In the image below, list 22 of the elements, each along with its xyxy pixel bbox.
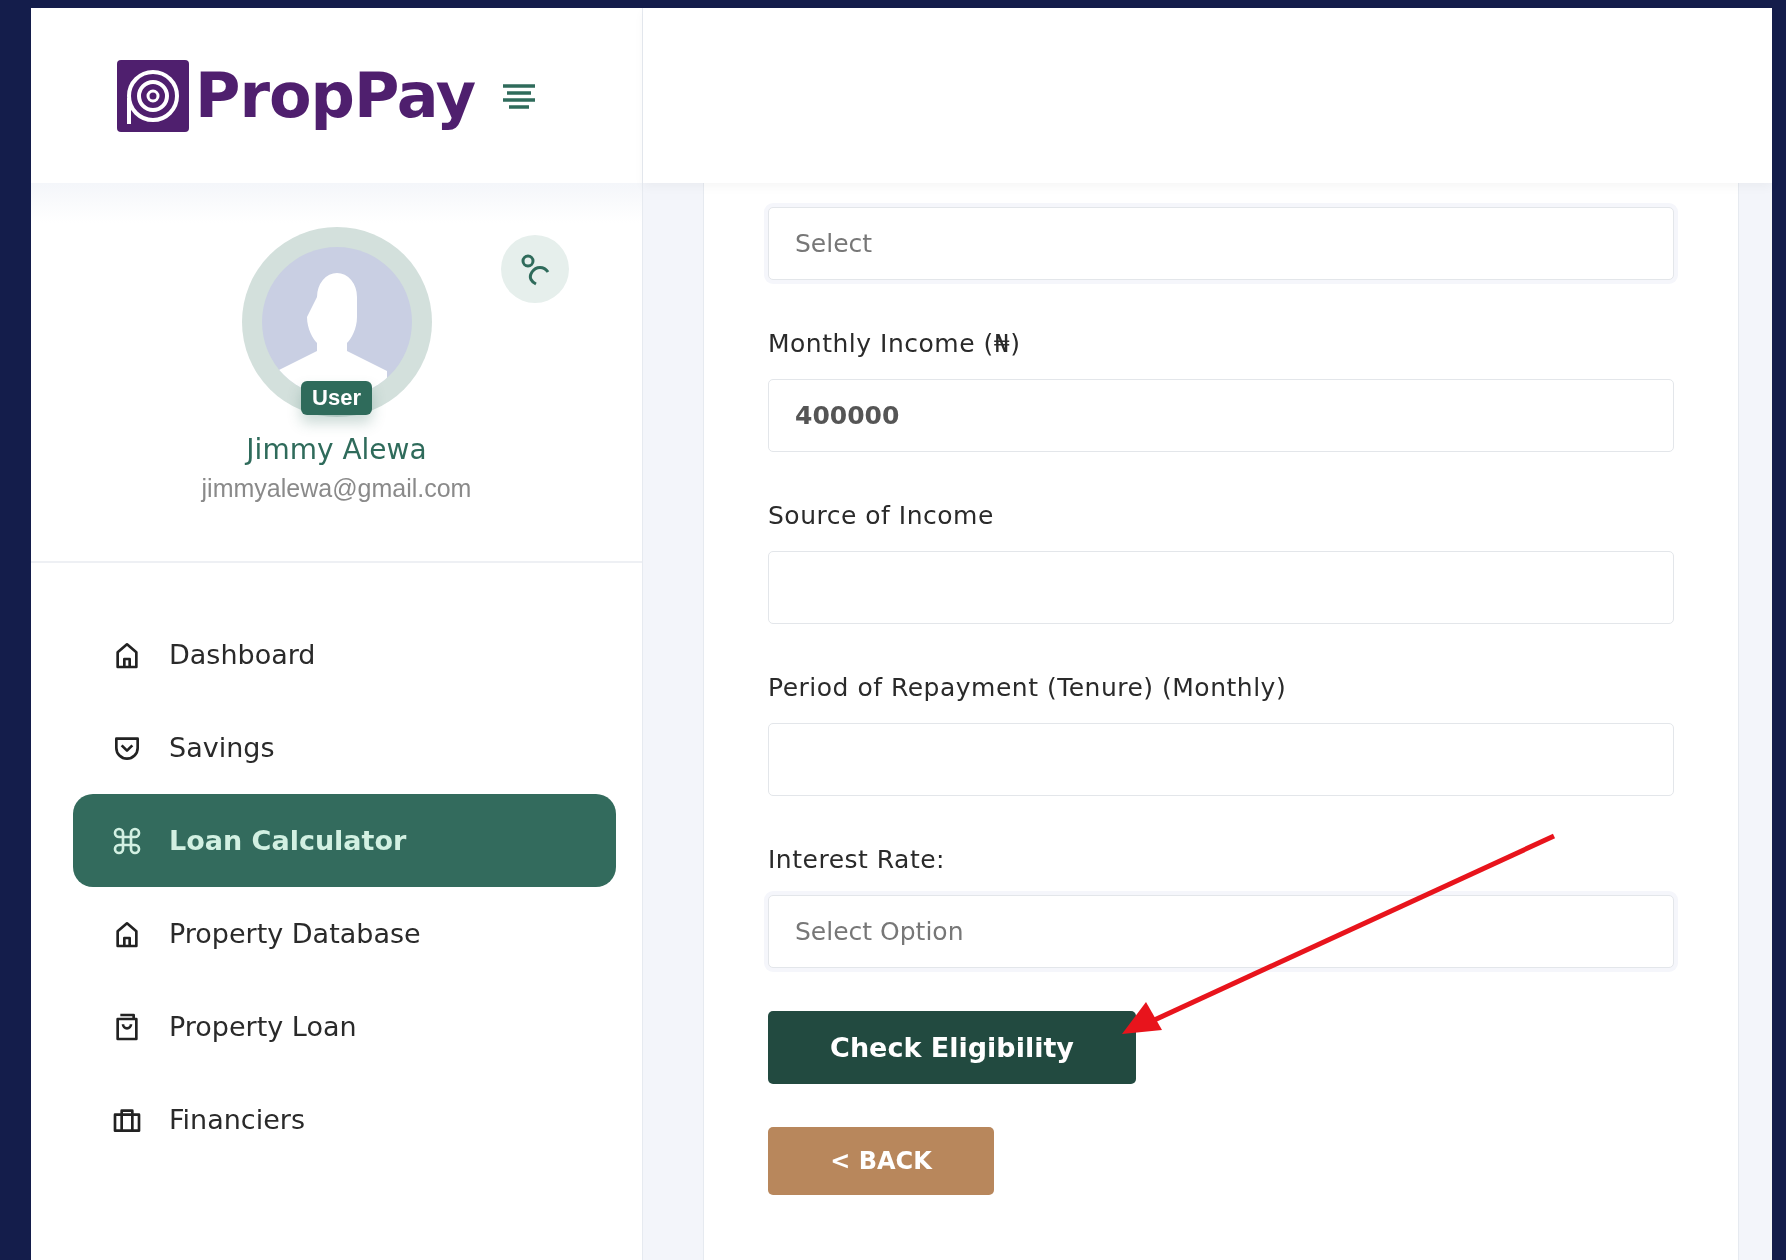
field-label: Period of Repayment (Tenure) (Monthly) xyxy=(768,672,1288,704)
field-label: Monthly Income (₦) xyxy=(768,328,1022,360)
input-field[interactable]: 400000 xyxy=(768,379,1674,452)
input-field[interactable] xyxy=(768,723,1674,796)
sidebar-item[interactable]: Property Database xyxy=(73,887,616,980)
role-badge: User xyxy=(301,381,372,415)
field-label: Interest Rate: xyxy=(768,844,947,876)
sidebar-item[interactable]: Dashboard xyxy=(73,608,616,701)
user-email: jimmyalewa@gmail.com xyxy=(201,474,472,503)
select-field[interactable]: Select xyxy=(768,207,1674,280)
user-name: Jimmy Alewa xyxy=(246,433,427,466)
brand-name: PropPay xyxy=(195,59,476,132)
sidebar-item[interactable]: Property Loan xyxy=(73,980,616,1073)
logo-icon xyxy=(115,57,191,134)
sidebar-item[interactable]: Savings xyxy=(73,701,616,794)
input-field[interactable] xyxy=(768,551,1674,624)
check-eligibility-button[interactable]: Check Eligibility xyxy=(768,1011,1136,1084)
sidebar-item[interactable]: Financiers xyxy=(73,1073,616,1166)
menu-icon[interactable] xyxy=(501,82,538,109)
sidebar-item[interactable]: Loan Calculator xyxy=(73,794,616,887)
select-field[interactable]: Select Option xyxy=(768,895,1674,968)
field-label: Source of Income xyxy=(768,500,995,532)
